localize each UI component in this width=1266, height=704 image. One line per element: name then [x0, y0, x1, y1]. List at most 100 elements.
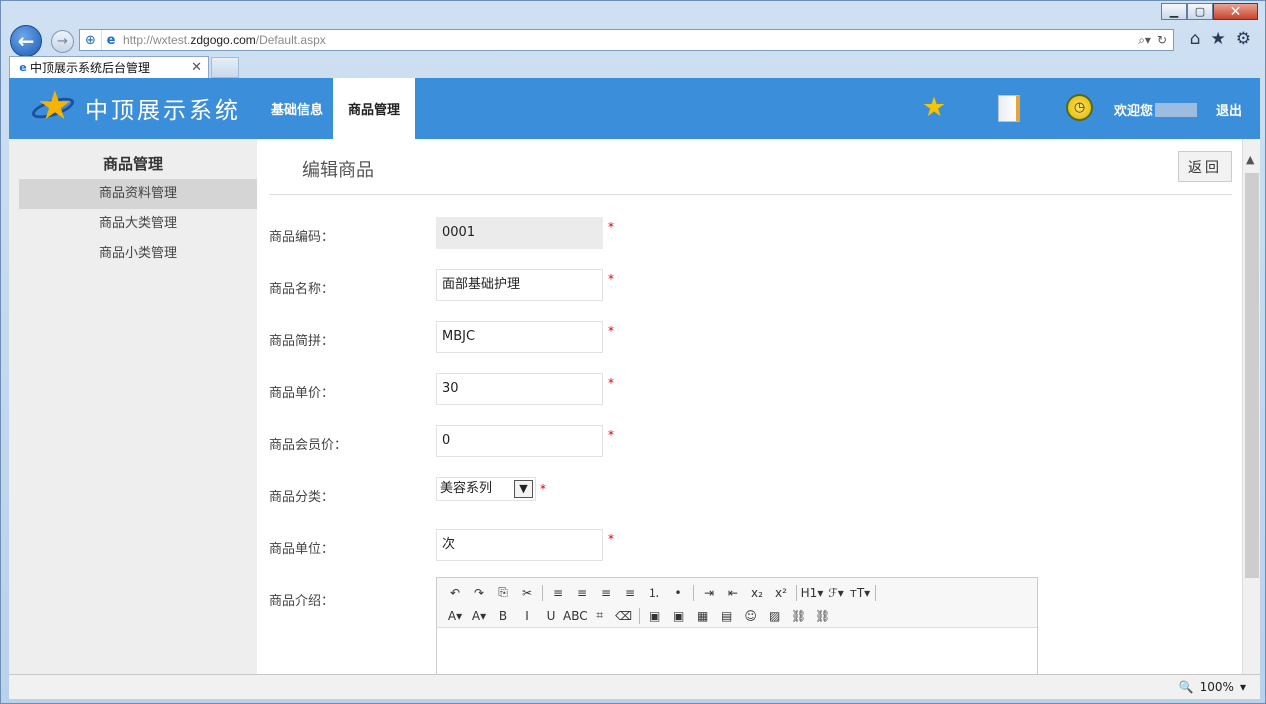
r2-tool-4-icon[interactable]: U — [539, 606, 563, 626]
pinyin-label: 商品简拼： — [269, 334, 335, 349]
refresh-icon[interactable]: ↻ — [1157, 33, 1167, 48]
welcome-text: 欢迎您 — [1114, 100, 1198, 119]
minimize-button[interactable]: ▁ — [1161, 3, 1187, 20]
browser-tab[interactable]: e 中顶展示系统后台管理 ✕ — [9, 56, 209, 78]
zoom-control[interactable]: 🔍 100% ▾ — [1179, 680, 1246, 694]
search-icon[interactable]: ⌕▾ — [1138, 33, 1151, 48]
r1-tool-2-icon[interactable]: ⎘ — [491, 583, 515, 603]
field-pinyin: 商品简拼： MBJC * — [269, 321, 1029, 353]
intro-label: 商品介绍： — [269, 594, 335, 609]
zoom-level: 100% — [1199, 680, 1234, 694]
editor-toolbar: ↶ ↷ ⎘ ✂ ≡ ≡ ≡ ≡ ⒈ • ⇥ ⇤ x₂ x² H1▾ ℱ▾ ᴛT▾ A▾ A▾ B I U ABC ⌗ ⌫ ▣ ▣ ▦… — [437, 578, 1037, 628]
nav-basic-info[interactable]: 基础信息 — [261, 78, 333, 139]
main-panel: 编辑商品 返回 商品编码： 0001 * 商品名称： 面部基础护理 * 商品简拼… — [257, 139, 1242, 674]
sidebar-item-minor-category[interactable]: 商品小类管理 — [19, 239, 257, 269]
sidebar-item-product-info[interactable]: 商品资料管理 — [19, 179, 257, 209]
forward-button[interactable]: → — [51, 30, 74, 53]
r1-tool-3-icon[interactable]: ✂ — [515, 583, 539, 603]
close-window-button[interactable]: ✕ — [1213, 3, 1258, 20]
new-tab-button[interactable] — [211, 57, 239, 78]
r2-tool-5-icon[interactable]: ABC — [563, 606, 588, 626]
history-clock-icon[interactable]: ◷ — [1066, 94, 1093, 121]
code-input[interactable]: 0001 — [436, 217, 603, 249]
favorite-star-icon[interactable]: ★ — [922, 92, 946, 124]
r2-tool-12-icon[interactable]: ▤ — [715, 606, 739, 626]
r1-tool-12-icon[interactable]: ⇥ — [697, 583, 721, 603]
r2-tool-15-icon[interactable]: ⛓ — [787, 606, 811, 626]
close-tab-icon[interactable]: ✕ — [191, 60, 202, 75]
r1-tool-13-icon[interactable]: ⇤ — [721, 583, 745, 603]
required-mark: * — [608, 376, 614, 390]
chevron-down-icon[interactable]: ▼ — [514, 480, 533, 498]
chevron-down-icon[interactable]: ▾ — [1240, 680, 1246, 694]
logo-star-icon: ★ — [29, 83, 77, 130]
back-button[interactable]: ← — [10, 25, 42, 57]
status-bar: 🔍 100% ▾ — [9, 674, 1260, 699]
r1-tool-1-icon[interactable]: ↷ — [467, 583, 491, 603]
vertical-scrollbar[interactable]: ▲ — [1242, 139, 1260, 674]
field-name: 商品名称： 面部基础护理 * — [269, 269, 1029, 301]
page-title: 编辑商品 — [302, 160, 374, 181]
r2-tool-11-icon[interactable]: ▦ — [691, 606, 715, 626]
member-price-input[interactable]: 0 — [436, 425, 603, 457]
r2-tool-7-icon[interactable]: ⌫ — [612, 606, 636, 626]
required-mark: * — [608, 532, 614, 546]
price-input[interactable]: 30 — [436, 373, 603, 405]
security-shield-icon[interactable]: ⊕ — [80, 30, 102, 50]
r2-tool-9-icon[interactable]: ▣ — [643, 606, 667, 626]
favorites-star-icon[interactable]: ★ — [1211, 29, 1226, 49]
r2-tool-14-icon[interactable]: ▨ — [763, 606, 787, 626]
name-input[interactable]: 面部基础护理 — [436, 269, 603, 301]
scroll-up-icon[interactable]: ▲ — [1246, 153, 1254, 166]
gear-icon[interactable]: ⚙ — [1236, 29, 1251, 49]
back-return-button[interactable]: 返回 — [1178, 151, 1232, 182]
r1-tool-7-icon[interactable]: ≡ — [594, 583, 618, 603]
r1-tool-5-icon[interactable]: ≡ — [546, 583, 570, 603]
r1-tool-6-icon[interactable]: ≡ — [570, 583, 594, 603]
logo-text: 中顶展示系统 — [85, 98, 241, 124]
username-masked — [1155, 102, 1198, 117]
notebook-icon[interactable] — [998, 95, 1020, 122]
r1-tool-0-icon[interactable]: ↶ — [443, 583, 467, 603]
category-select[interactable]: 美容系列 ▼ — [436, 477, 536, 501]
r2-tool-16-icon[interactable]: ⛓ — [811, 606, 835, 626]
rich-text-editor[interactable]: ↶ ↷ ⎘ ✂ ≡ ≡ ≡ ≡ ⒈ • ⇥ ⇤ x₂ x² H1▾ ℱ▾ ᴛT▾ A▾ A▾ B I U ABC ⌗ ⌫ ▣ ▣ ▦… — [436, 577, 1038, 674]
unit-label: 商品单位： — [269, 542, 335, 557]
r2-tool-1-icon[interactable]: A▾ — [467, 606, 491, 626]
nav-product-management[interactable]: 商品管理 — [333, 78, 416, 139]
r1-tool-14-icon[interactable]: x₂ — [745, 583, 769, 603]
code-label: 商品编码： — [269, 230, 335, 245]
page-viewport: ★ 中顶展示系统 基础信息 商品管理 ★ ◷ 欢迎您 退出 商品管理 商品资料管… — [9, 78, 1260, 674]
address-url[interactable]: http://wxtest.zdgogo.com/Default.aspx — [120, 33, 326, 47]
address-bar[interactable]: ⊕ e http://wxtest.zdgogo.com/Default.asp… — [79, 29, 1174, 51]
maximize-button[interactable]: ▢ — [1187, 3, 1213, 20]
sidebar-item-major-category[interactable]: 商品大类管理 — [19, 209, 257, 239]
ie-page-icon: e — [106, 32, 116, 48]
name-label: 商品名称： — [269, 282, 335, 297]
toolbar-separator — [542, 584, 543, 601]
r1-tool-15-icon[interactable]: x² — [769, 583, 793, 603]
pinyin-input[interactable]: MBJC — [436, 321, 603, 353]
r1-tool-19-icon[interactable]: ᴛT▾ — [848, 583, 872, 603]
tab-title: 中顶展示系统后台管理 — [30, 61, 151, 75]
divider — [269, 194, 1232, 195]
unit-input[interactable]: 次 — [436, 529, 603, 561]
logo: ★ 中顶展示系统 — [29, 83, 241, 130]
logout-link[interactable]: 退出 — [1216, 100, 1242, 119]
home-icon[interactable]: ⌂ — [1190, 29, 1201, 49]
toolbar-separator — [796, 584, 797, 601]
r1-tool-18-icon[interactable]: ℱ▾ — [824, 583, 848, 603]
r1-tool-9-icon[interactable]: ⒈ — [642, 583, 666, 603]
scroll-thumb[interactable] — [1245, 173, 1259, 578]
r2-tool-3-icon[interactable]: I — [515, 606, 539, 626]
r2-tool-0-icon[interactable]: A▾ — [443, 606, 467, 626]
r2-tool-6-icon[interactable]: ⌗ — [588, 606, 612, 626]
r1-tool-8-icon[interactable]: ≡ — [618, 583, 642, 603]
r2-tool-2-icon[interactable]: B — [491, 606, 515, 626]
required-mark: * — [608, 324, 614, 338]
r2-tool-10-icon[interactable]: ▣ — [667, 606, 691, 626]
r1-tool-17-icon[interactable]: H1▾ — [800, 583, 824, 603]
r1-tool-10-icon[interactable]: • — [666, 583, 690, 603]
r2-tool-13-icon[interactable]: ☺ — [739, 606, 763, 626]
member-price-label: 商品会员价： — [269, 438, 348, 453]
